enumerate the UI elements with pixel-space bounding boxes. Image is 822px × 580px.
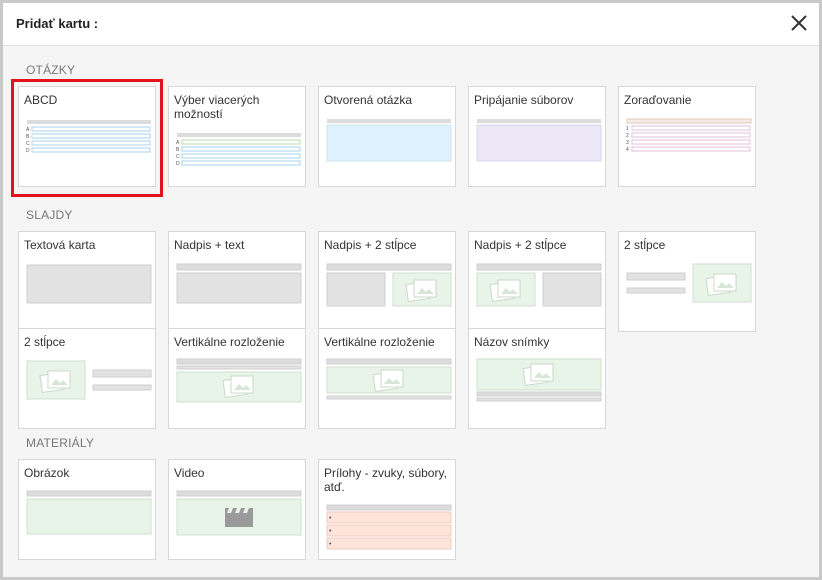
card-label: Vertikálne rozloženie xyxy=(174,335,285,349)
card-label: Obrázok xyxy=(24,466,70,480)
order-num-1: 1 xyxy=(626,126,629,132)
dialog-body: OTÁZKY SLAJDY MATERIÁLY A B C D ABCD A B… xyxy=(3,46,819,577)
card-ordering[interactable]: 1 2 3 4 Zoraďovanie xyxy=(618,86,756,187)
card-vertical-layout[interactable]: Vertikálne rozloženie xyxy=(168,328,306,429)
card-2-columns-alt[interactable]: 2 stĺpce xyxy=(18,328,156,429)
card-title-text[interactable]: Nadpis + text xyxy=(168,231,306,332)
abcd-glyph-d: D xyxy=(26,148,30,154)
card-label: Zoraďovanie xyxy=(624,93,692,107)
multi-glyph-a: A xyxy=(176,140,180,146)
abcd-glyph-a: A xyxy=(26,127,30,133)
video-clapper-icon xyxy=(225,508,253,527)
card-multiple-choice[interactable]: A B C D Výber viacerých možností xyxy=(168,86,306,187)
card-attachments[interactable]: • • • Prílohy - zvuky, súbory, atď. xyxy=(318,459,456,560)
card-label: Otvorená otázka xyxy=(324,93,413,107)
dialog-header: Pridať kartu : xyxy=(3,3,819,46)
abcd-glyph-b: B xyxy=(26,134,30,140)
card-title-2-columns[interactable]: Nadpis + 2 stĺpce xyxy=(318,231,456,332)
card-label: Pripájanie súborov xyxy=(474,93,574,107)
card-label: Výber viacerých možností xyxy=(174,93,260,121)
card-open-question[interactable]: Otvorená otázka xyxy=(318,86,456,187)
card-label: 2 stĺpce xyxy=(24,335,66,349)
card-label: Nadpis + text xyxy=(174,238,245,252)
section-slides-heading: SLAJDY xyxy=(26,208,73,222)
card-label: Textová karta xyxy=(24,238,96,252)
order-num-2: 2 xyxy=(626,133,629,139)
card-text[interactable]: Textová karta xyxy=(18,231,156,332)
close-icon[interactable] xyxy=(789,13,809,33)
card-label: Prílohy - zvuky, súbory, atď. xyxy=(324,466,447,494)
card-label: Názov snímky xyxy=(474,335,550,349)
abcd-glyph-c: C xyxy=(26,141,30,147)
add-card-dialog: Pridať kartu : OTÁZKY SLAJDY MATERIÁLY A… xyxy=(3,3,819,577)
order-num-4: 4 xyxy=(626,147,629,153)
card-label: ABCD xyxy=(24,93,58,107)
card-image[interactable]: Obrázok xyxy=(18,459,156,560)
multi-glyph-c: C xyxy=(176,154,180,160)
card-label: Nadpis + 2 stĺpce xyxy=(474,238,567,252)
dialog-title: Pridať kartu : xyxy=(16,16,99,31)
card-2-columns[interactable]: 2 stĺpce xyxy=(618,231,756,332)
card-label: Nadpis + 2 stĺpce xyxy=(324,238,417,252)
card-title-2-columns-alt[interactable]: Nadpis + 2 stĺpce xyxy=(468,231,606,332)
multi-glyph-d: D xyxy=(176,161,180,167)
card-label: 2 stĺpce xyxy=(624,238,666,252)
card-vertical-layout-alt[interactable]: Vertikálne rozloženie xyxy=(318,328,456,429)
card-label: Video xyxy=(174,466,205,480)
card-file-upload[interactable]: Pripájanie súborov xyxy=(468,86,606,187)
card-label: Vertikálne rozloženie xyxy=(324,335,435,349)
section-questions-heading: OTÁZKY xyxy=(26,63,76,77)
multi-glyph-b: B xyxy=(176,147,180,153)
card-abcd[interactable]: A B C D ABCD xyxy=(18,86,156,187)
order-num-3: 3 xyxy=(626,140,629,146)
section-materials-heading: MATERIÁLY xyxy=(26,436,95,450)
card-video[interactable]: Video xyxy=(168,459,306,560)
card-slide-title[interactable]: Názov snímky xyxy=(468,328,606,429)
